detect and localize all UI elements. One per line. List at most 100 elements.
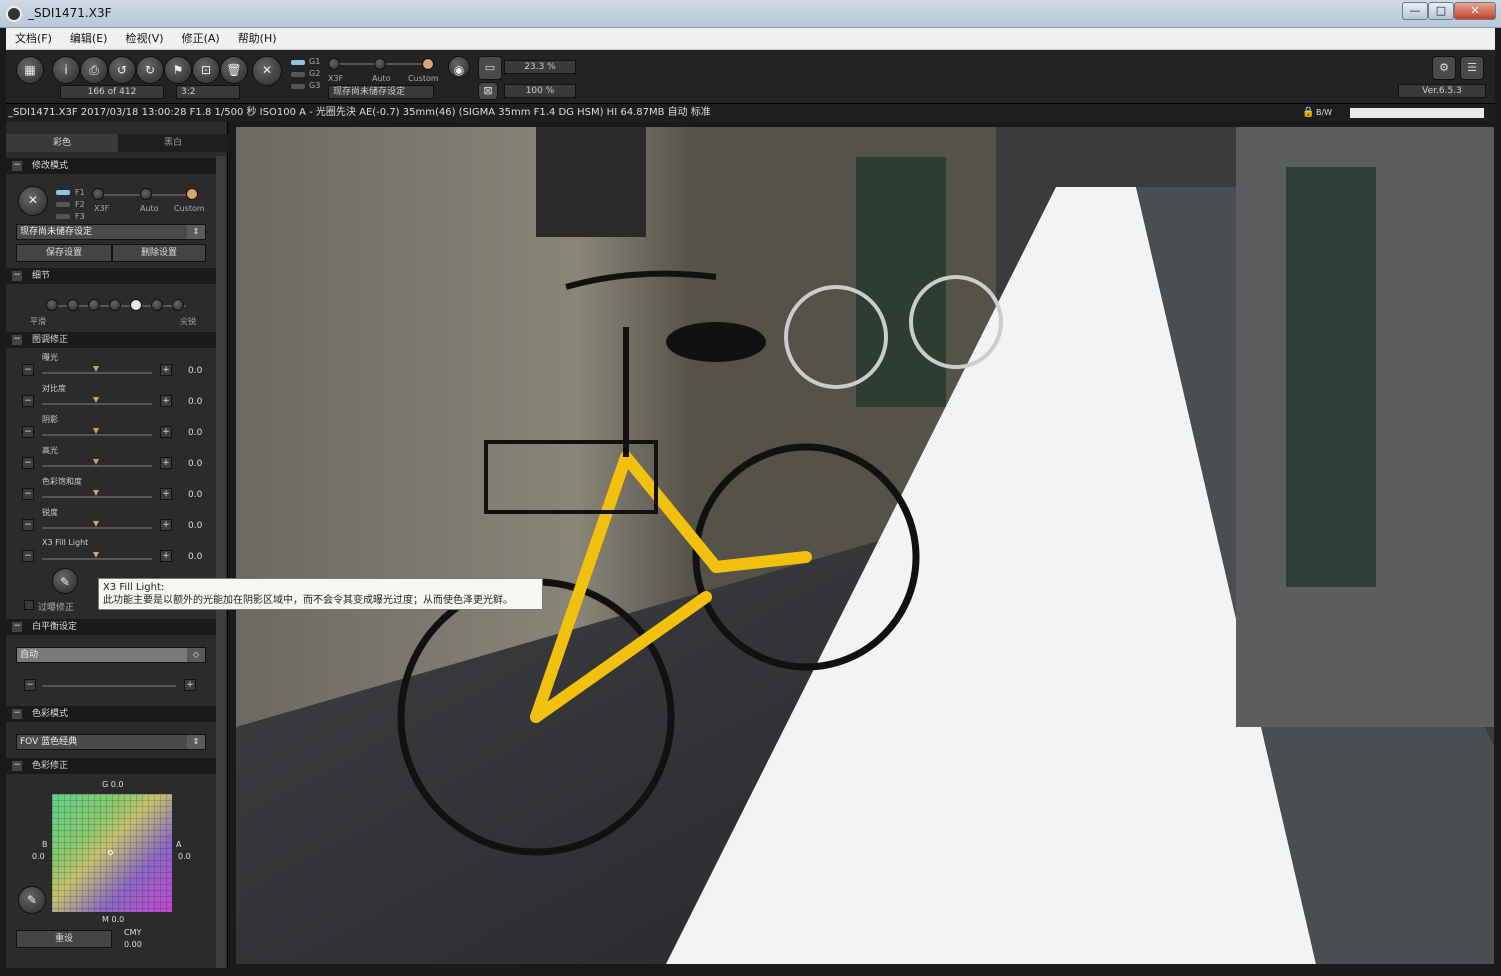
rotate-left-icon[interactable]: ↺ xyxy=(108,56,136,84)
slider-plus-button[interactable]: + xyxy=(160,364,172,376)
style-custom-dot[interactable] xyxy=(422,58,434,70)
section-color-mode[interactable]: − 色彩模式 xyxy=(6,706,216,722)
reset-button[interactable]: 重设 xyxy=(16,930,112,948)
fit-icon[interactable]: ▭ xyxy=(478,56,502,80)
slider-thumb[interactable] xyxy=(93,490,99,496)
menu-view[interactable]: 检视(V) xyxy=(116,28,172,50)
grid-view-icon[interactable]: ▦ xyxy=(16,56,44,84)
x3f-mode-icon[interactable]: ✕ xyxy=(252,56,282,86)
save-settings-button[interactable]: 保存设置 xyxy=(16,244,112,262)
detail-level-dot[interactable] xyxy=(172,299,184,311)
slider-thumb[interactable] xyxy=(93,397,99,403)
tab-monochrome[interactable]: 黑白 xyxy=(118,134,228,152)
lock-icon[interactable]: ⊡ xyxy=(192,56,220,84)
detail-level-dot[interactable] xyxy=(151,299,163,311)
flag-icon[interactable]: ⚑ xyxy=(164,56,192,84)
collapse-icon[interactable]: − xyxy=(12,709,22,719)
highlight-checkbox[interactable] xyxy=(24,600,34,610)
slider-plus-button[interactable]: + xyxy=(160,426,172,438)
detail-level-dot[interactable] xyxy=(109,299,121,311)
slider-plus-button[interactable]: + xyxy=(160,395,172,407)
section-color-adjust[interactable]: − 色彩修正 xyxy=(6,758,216,774)
slider-thumb[interactable] xyxy=(93,428,99,434)
x3f-style-icon[interactable]: ✕ xyxy=(18,186,48,216)
chevron-down-icon[interactable]: ◇ xyxy=(187,648,205,662)
slider-minus-button[interactable]: − xyxy=(22,395,34,407)
detail-level-dot[interactable] xyxy=(46,299,58,311)
slider-minus-button[interactable]: − xyxy=(22,488,34,500)
color-mode-dropdown[interactable]: FOV 蓝色经典 ⇕ xyxy=(16,734,206,750)
settings-icon[interactable]: ⚙ xyxy=(1432,56,1456,80)
style-auto-dot[interactable] xyxy=(374,58,386,70)
slider-track[interactable] xyxy=(42,527,152,529)
slider-track[interactable] xyxy=(42,465,152,467)
slider-thumb[interactable] xyxy=(93,552,99,558)
mode-custom-dot[interactable] xyxy=(186,188,198,200)
slider-minus-button[interactable]: − xyxy=(22,550,34,562)
slider-track[interactable] xyxy=(42,558,152,560)
info-icon[interactable]: i xyxy=(52,56,80,84)
mode-x3f-dot[interactable] xyxy=(92,188,104,200)
aspect-ratio-select[interactable]: 3:2 xyxy=(176,85,240,99)
detail-level-dot[interactable] xyxy=(88,299,100,311)
white-balance-dropdown[interactable]: 自动 ◇ xyxy=(16,647,206,663)
mode-auto-dot[interactable] xyxy=(140,188,152,200)
zoom-fit-value[interactable]: 23.3 % xyxy=(504,60,576,74)
slider-thumb[interactable] xyxy=(93,459,99,465)
slider-track[interactable] xyxy=(42,372,152,374)
close-button[interactable]: ✕ xyxy=(1454,2,1496,20)
slider-track[interactable] xyxy=(42,403,152,405)
menu-adjust[interactable]: 修正(A) xyxy=(173,28,229,50)
slider-plus-button[interactable]: + xyxy=(160,488,172,500)
wb-track[interactable] xyxy=(42,685,176,687)
color-grid-handle[interactable] xyxy=(108,850,113,855)
bw-slider[interactable] xyxy=(1350,108,1484,118)
slider-minus-button[interactable]: − xyxy=(22,457,34,469)
slider-thumb[interactable] xyxy=(93,366,99,372)
menu-edit[interactable]: 编辑(E) xyxy=(61,28,117,50)
slider-plus-button[interactable]: + xyxy=(160,550,172,562)
section-detail[interactable]: − 细节 xyxy=(6,268,216,284)
maximize-button[interactable]: □ xyxy=(1428,2,1454,20)
slider-minus-button[interactable]: − xyxy=(22,364,34,376)
chevron-down-icon[interactable]: ⇕ xyxy=(187,735,205,749)
photo-preview[interactable] xyxy=(236,127,1494,964)
menu-help[interactable]: 帮助(H) xyxy=(229,28,286,50)
style-x3f-dot[interactable] xyxy=(328,58,340,70)
preset-dropdown[interactable]: 现存尚未储存设定 ⇕ xyxy=(16,224,206,240)
detail-level-dot[interactable] xyxy=(130,299,142,311)
collapse-icon[interactable]: − xyxy=(12,335,22,345)
section-adjust[interactable]: − 图调修正 xyxy=(6,332,216,348)
delete-settings-button[interactable]: 删除设置 xyxy=(112,244,206,262)
zoom-100-value[interactable]: 100 % xyxy=(504,84,576,98)
slider-track[interactable] xyxy=(42,496,152,498)
color-eyedropper-icon[interactable]: ✎ xyxy=(18,886,46,914)
tab-color[interactable]: 彩色 xyxy=(6,134,118,152)
bw-lock-icon[interactable]: 🔒 xyxy=(1302,104,1314,122)
detail-level-dot[interactable] xyxy=(67,299,79,311)
collapse-icon[interactable]: − xyxy=(12,271,22,281)
slider-track[interactable] xyxy=(42,434,152,436)
preset-select[interactable]: 现存尚未储存设定 xyxy=(328,85,434,99)
minimize-button[interactable]: — xyxy=(1402,2,1428,20)
menu-file[interactable]: 文档(F) xyxy=(6,28,61,50)
wb-minus-button[interactable]: − xyxy=(24,679,36,691)
rotate-right-icon[interactable]: ↻ xyxy=(136,56,164,84)
slider-minus-button[interactable]: − xyxy=(22,426,34,438)
chevron-down-icon[interactable]: ⇕ xyxy=(187,225,205,239)
section-mode[interactable]: − 修改模式 xyxy=(6,158,216,174)
section-white-balance[interactable]: − 白平衡设定 xyxy=(6,619,216,635)
collapse-icon[interactable]: − xyxy=(12,761,22,771)
menu-list-icon[interactable]: ☰ xyxy=(1460,56,1484,80)
print-icon[interactable]: ⎙ xyxy=(80,56,108,84)
collapse-icon[interactable]: − xyxy=(12,161,22,171)
wb-plus-button[interactable]: + xyxy=(184,679,196,691)
sidebar-scrollbar[interactable] xyxy=(216,156,226,968)
actual-size-icon[interactable]: ⊠ xyxy=(478,82,498,100)
loupe-icon[interactable]: ◉ xyxy=(448,56,470,78)
slider-plus-button[interactable]: + xyxy=(160,457,172,469)
slider-thumb[interactable] xyxy=(93,521,99,527)
trash-icon[interactable]: 🗑 xyxy=(220,56,248,84)
collapse-icon[interactable]: − xyxy=(12,622,22,632)
slider-minus-button[interactable]: − xyxy=(22,519,34,531)
